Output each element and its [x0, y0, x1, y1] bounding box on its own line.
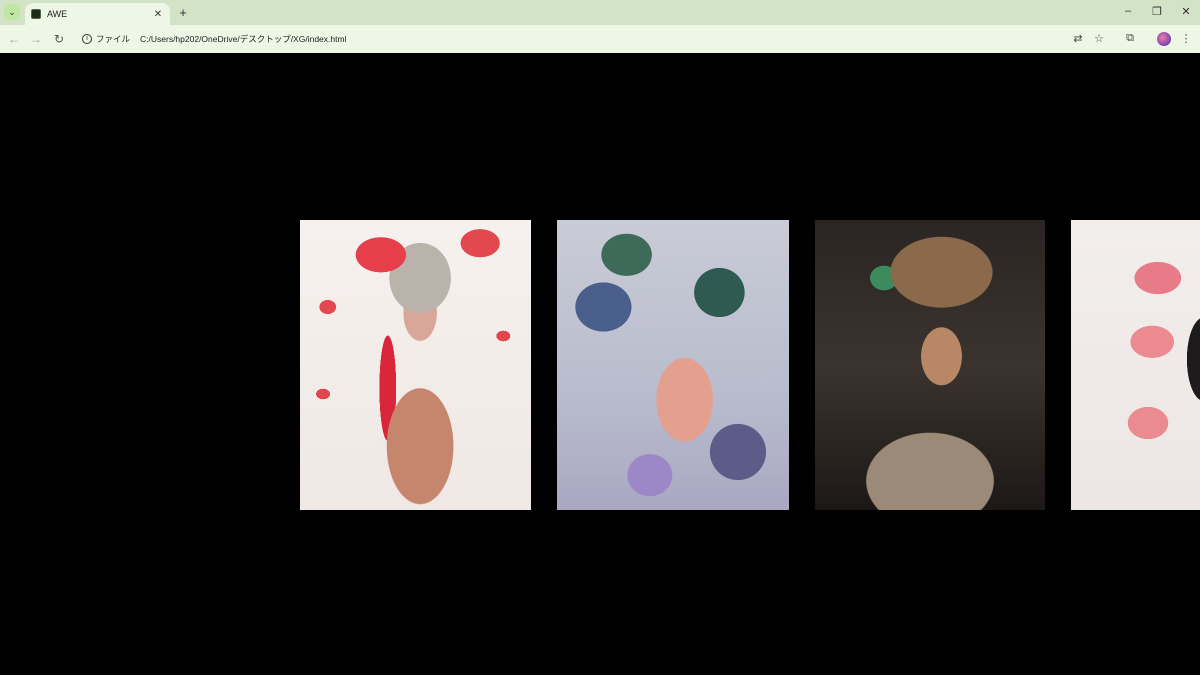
info-icon[interactable]: i: [82, 34, 92, 44]
portrait-image: [300, 220, 531, 510]
close-tab-icon[interactable]: ✕: [152, 9, 164, 20]
portrait-image: [815, 220, 1045, 510]
portrait-image: [1071, 220, 1200, 510]
extensions-icon[interactable]: ⧉: [1123, 32, 1137, 45]
restore-button[interactable]: ❐: [1150, 5, 1164, 18]
tab-title: AWE: [47, 9, 68, 19]
address-bar[interactable]: i ファイル C:/Users/hp202/OneDrive/デスクトップ/XG…: [76, 28, 1116, 50]
profile-avatar[interactable]: [1157, 32, 1171, 46]
gallery-item[interactable]: [1071, 220, 1200, 510]
browser-menu-icon[interactable]: ⋮: [1179, 32, 1193, 45]
forward-button[interactable]: →: [29, 32, 43, 46]
favicon-icon: [31, 9, 41, 19]
close-window-button[interactable]: ✕: [1179, 5, 1193, 18]
scheme-label: ファイル: [96, 34, 131, 44]
gallery-item[interactable]: [815, 220, 1045, 510]
bookmark-star-icon[interactable]: ☆: [1092, 32, 1106, 45]
tab-search-button[interactable]: ⌄: [4, 4, 20, 20]
url-text[interactable]: C:/Users/hp202/OneDrive/デスクトップ/XG/index.…: [140, 33, 346, 45]
translate-icon[interactable]: ⇄: [1071, 32, 1085, 45]
minimize-button[interactable]: –: [1121, 5, 1135, 17]
browser-toolbar: ← → ↻ i ファイル C:/Users/hp202/OneDrive/デスク…: [0, 25, 1200, 53]
portrait-image: [557, 220, 789, 510]
chevron-down-icon: ⌄: [8, 6, 16, 17]
reload-button[interactable]: ↻: [52, 32, 66, 46]
back-button[interactable]: ←: [7, 32, 21, 46]
page-content: [0, 53, 1200, 675]
tab-strip: ⌄ AWE ✕ + – ❐ ✕: [0, 0, 1200, 25]
gallery-item[interactable]: [300, 220, 531, 510]
gallery-item[interactable]: [557, 220, 789, 510]
active-tab[interactable]: AWE ✕: [25, 3, 170, 25]
new-tab-button[interactable]: +: [176, 5, 190, 20]
